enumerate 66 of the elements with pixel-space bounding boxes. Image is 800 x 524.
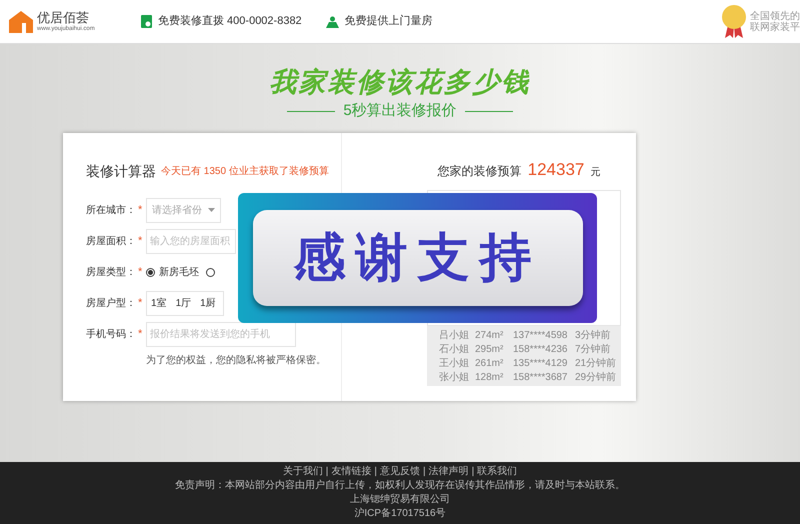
record-cell-text: 128m²: [474, 370, 504, 384]
footer-link[interactable]: 关于我们: [282, 465, 323, 479]
record-cell-text: 137****4598: [513, 328, 568, 342]
field-label: 房屋类型：: [86, 266, 137, 280]
logo-name: 优居佰荟: [37, 10, 90, 25]
link-separator: |: [423, 465, 426, 479]
room-count: 1室: [151, 296, 167, 310]
person-icon: [326, 16, 339, 28]
caret-icon: [208, 208, 215, 212]
record-cell-text: 王小姐: [438, 356, 469, 370]
link-separator: |: [472, 465, 474, 479]
record-cell-text: 295m²: [474, 342, 504, 356]
input-field[interactable]: 报价结果将发送到您的手机: [146, 322, 296, 346]
footer-link[interactable]: 友情链接: [331, 465, 372, 479]
required-mark: *: [138, 326, 144, 342]
footer-text: 上海锶绅贸易有限公司: [350, 493, 450, 507]
phone-icon: [141, 15, 152, 28]
footer-link[interactable]: 意见反馈: [380, 465, 420, 479]
radio-label: 新房毛坯: [159, 266, 199, 280]
record-cell-text: 135****4129: [513, 356, 568, 370]
record-cell-text: 3分钟前: [575, 328, 612, 342]
footer-link[interactable]: 法律声明: [428, 465, 469, 479]
field-label: 所在城市：: [86, 204, 137, 218]
budget-unit: 元: [590, 166, 600, 180]
field-label: 手机号码：: [86, 328, 137, 342]
record-cell-text: 158****3687: [513, 370, 568, 384]
link-separator: |: [374, 465, 377, 479]
radio-button[interactable]: [146, 268, 155, 276]
required-mark: *: [138, 202, 144, 218]
contact-text: 免费提供上门量房: [344, 14, 433, 30]
record-cell-text: 7分钟前: [575, 342, 612, 356]
notice-text: 今天已有 1350 位业主获取了装修预算: [161, 164, 329, 178]
privacy-note: 为了您的权益，您的隐私将被严格保密。: [146, 354, 327, 368]
record-cell-text: 274m²: [474, 328, 504, 342]
medal-icon: [721, 4, 747, 38]
record-cell-text: 张小姐: [438, 370, 469, 384]
record-cell-text: 261m²: [474, 356, 504, 370]
record-cell-text: 158****4236: [513, 342, 568, 356]
badge-text: 全国领先的: [750, 10, 800, 22]
budget-label: 您家的装修预算: [438, 162, 522, 180]
house-logo-icon: [9, 10, 33, 32]
hero-subtitle: 5秒算出装修报价: [343, 101, 457, 121]
calculator-title: 装修计算器: [86, 162, 156, 180]
badge-text: 联网家装平: [750, 22, 800, 32]
footer-text: 沪ICP备17017516号: [354, 507, 446, 521]
link-separator: |: [326, 465, 328, 479]
field-label: 房屋面积：: [86, 234, 137, 248]
thanks-text: 感谢支持: [252, 210, 582, 306]
radio-button[interactable]: [206, 268, 215, 276]
record-cell-text: 21分钟前: [575, 356, 618, 370]
footer-link[interactable]: 联系我们: [477, 465, 518, 479]
contact-text: 免费装修直拨 400-0002-8382: [158, 14, 302, 30]
record-cell-text: 吕小姐: [438, 328, 469, 342]
room-count: 1厨: [200, 296, 216, 310]
footer-text: 免责声明：本网站部分内容由用户自行上传，如权利人发现存在误传其作品情形，请及时与本站联系。: [175, 479, 625, 493]
budget-amount: 124337: [528, 158, 584, 180]
record-cell-text: 石小姐: [438, 342, 469, 356]
required-mark: *: [138, 296, 144, 311]
required-mark: *: [138, 234, 144, 249]
record-cell-text: 29分钟前: [575, 370, 618, 384]
field-label: 房屋户型：: [86, 296, 137, 310]
room-count: 1厅: [176, 296, 192, 310]
hero-title: 我家装修该花多少钱: [270, 66, 530, 98]
required-mark: *: [138, 264, 144, 280]
input-field[interactable]: 输入您的房屋面积: [146, 228, 236, 254]
room-layout-field[interactable]: 1室 1厅 1厨: [146, 290, 224, 316]
